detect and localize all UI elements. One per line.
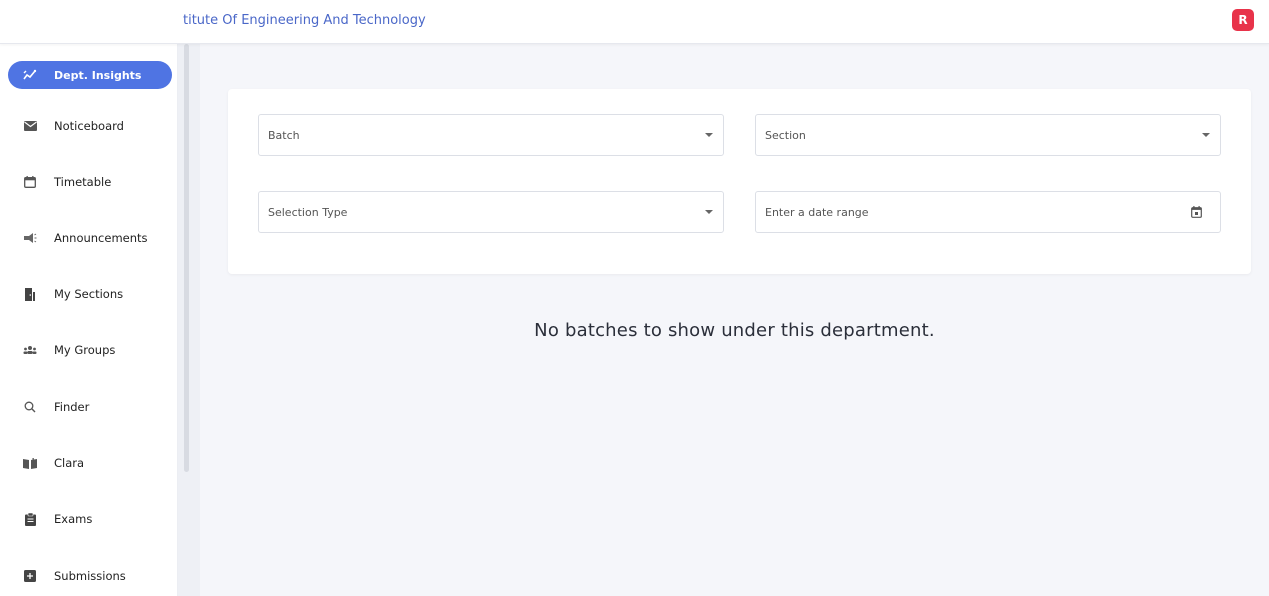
calendar-icon[interactable]	[1191, 206, 1202, 221]
sidebar-item-my-sections[interactable]: My Sections	[8, 280, 172, 308]
sidebar-item-label: Submissions	[54, 569, 126, 583]
chevron-down-icon	[705, 210, 713, 214]
batch-select[interactable]: Batch	[258, 114, 724, 156]
sidebar-item-label: Finder	[54, 400, 90, 414]
clipboard-icon	[23, 512, 37, 526]
door-icon	[23, 287, 37, 301]
sidebar-item-label: My Groups	[54, 343, 116, 357]
sidebar-item-finder[interactable]: Finder	[8, 393, 172, 421]
mail-icon	[23, 119, 37, 133]
user-avatar[interactable]: R	[1232, 9, 1254, 31]
sidebar-item-label: Announcements	[54, 231, 148, 245]
sidebar-item-clara[interactable]: Clara	[8, 449, 172, 477]
filter-card: Batch Section Selection Type Enter a dat…	[228, 89, 1251, 274]
sidebar-item-label: Noticeboard	[54, 119, 124, 133]
selection-type-placeholder: Selection Type	[268, 205, 348, 219]
section-select-placeholder: Section	[765, 128, 806, 142]
empty-state-message: No batches to show under this department…	[534, 320, 935, 341]
sidebar-item-timetable[interactable]: Timetable	[8, 168, 172, 196]
sidebar-item-exams[interactable]: Exams	[8, 505, 172, 533]
sidebar-item-label: Dept. Insights	[54, 68, 142, 82]
sidebar-item-dept-insights[interactable]: Dept. Insights	[8, 61, 172, 89]
sidebar-scrollbar[interactable]	[184, 44, 189, 472]
sidebar-item-label: Exams	[54, 512, 93, 526]
sidebar-item-announcements[interactable]: Announcements	[8, 224, 172, 252]
institution-title: titute Of Engineering And Technology	[183, 13, 426, 28]
megaphone-icon	[23, 231, 37, 245]
search-icon	[23, 400, 37, 414]
chart-line-icon	[23, 68, 37, 82]
chevron-down-icon	[1202, 133, 1210, 137]
section-select[interactable]: Section	[755, 114, 1221, 156]
sidebar-item-submissions[interactable]: Submissions	[8, 562, 172, 590]
submission-icon	[23, 569, 37, 583]
top-header: titute Of Engineering And Technology R	[0, 0, 1269, 44]
date-range-placeholder: Enter a date range	[765, 205, 869, 219]
sidebar-gutter	[178, 44, 200, 596]
sidebar-item-noticeboard[interactable]: Noticeboard	[8, 112, 172, 140]
selection-type-select[interactable]: Selection Type	[258, 191, 724, 233]
groups-icon	[23, 343, 37, 357]
sidebar-item-my-groups[interactable]: My Groups	[8, 336, 172, 364]
calendar-icon	[23, 175, 37, 189]
sidebar-item-label: My Sections	[54, 287, 124, 301]
sidebar: Dept. Insights Noticeboard Timetable Ann…	[0, 0, 178, 596]
sidebar-item-label: Timetable	[54, 175, 112, 189]
book-icon	[23, 456, 37, 470]
batch-select-placeholder: Batch	[268, 128, 300, 142]
date-range-input[interactable]: Enter a date range	[755, 191, 1221, 233]
chevron-down-icon	[705, 133, 713, 137]
sidebar-item-label: Clara	[54, 456, 85, 470]
